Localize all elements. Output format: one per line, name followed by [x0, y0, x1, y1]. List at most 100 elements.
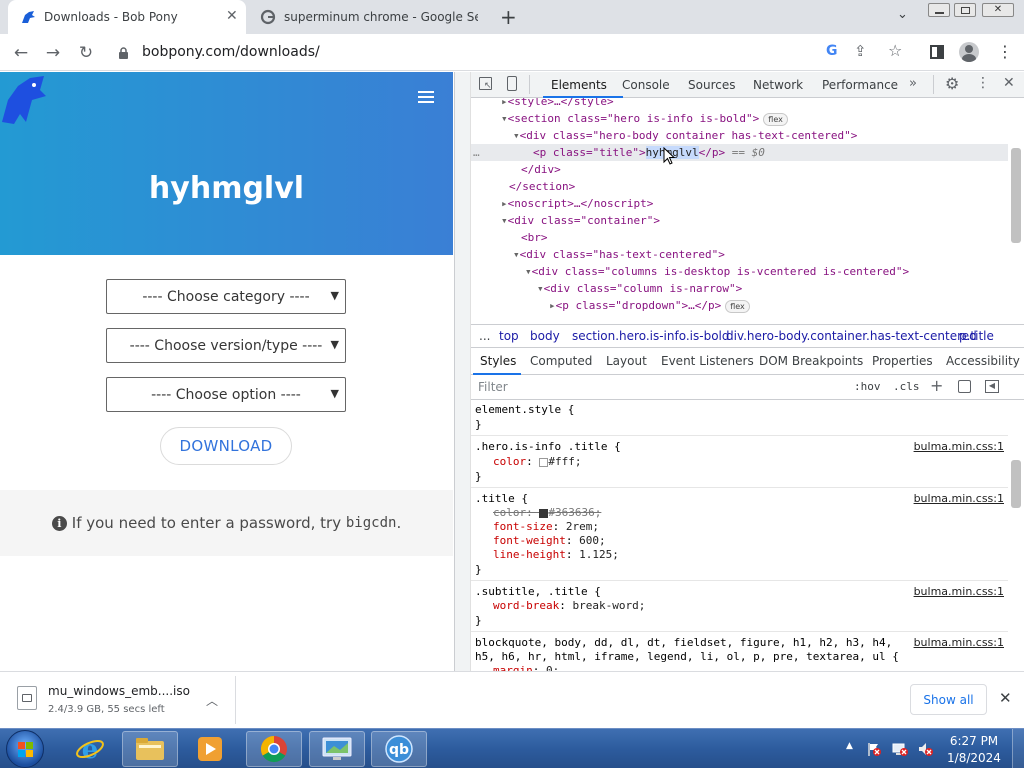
bobpony-logo-icon[interactable] [0, 74, 48, 130]
close-shelf-icon[interactable]: ✕ [999, 689, 1012, 707]
chrome-icon[interactable] [246, 731, 302, 767]
rule-declaration[interactable]: word-break: break-word; [493, 599, 645, 613]
close-window-icon[interactable]: ✕ [982, 3, 1014, 17]
action-center-flag-icon[interactable] [866, 741, 882, 761]
file-explorer-icon[interactable] [122, 731, 178, 767]
subtab-properties[interactable]: Properties [872, 354, 933, 368]
rule-source-link[interactable]: bulma.min.css:1 [914, 585, 1004, 598]
tab-google-search[interactable]: superminum chrome - Google Se [248, 0, 488, 34]
subtab-layout[interactable]: Layout [606, 354, 647, 368]
dom-line[interactable]: ▾<div class="hero-body container has-tex… [471, 127, 1008, 144]
breadcrumb-p[interactable]: p.title [959, 329, 994, 343]
rule-declaration[interactable]: font-size: 2rem; [493, 520, 599, 534]
dom-line[interactable]: ▾<section class="hero is-info is-bold"> f… [471, 110, 1008, 127]
download-button[interactable]: DOWNLOAD [160, 427, 292, 465]
chevron-up-icon[interactable]: ︿ [206, 692, 218, 709]
tab-sources[interactable]: Sources [688, 72, 735, 98]
flex-badge[interactable]: flex [763, 112, 788, 126]
settings-gear-icon[interactable]: ⚙ [945, 74, 959, 93]
show-hidden-icons-icon[interactable]: ▲ [846, 741, 853, 751]
tab-performance[interactable]: Performance [822, 72, 898, 98]
dom-line[interactable]: <br> [471, 229, 1008, 246]
bookmark-star-icon[interactable]: ☆ [888, 41, 902, 60]
subtab-accessibility[interactable]: Accessibility [946, 354, 1020, 368]
rule-selector[interactable]: element.style { [475, 403, 574, 417]
restore-icon[interactable] [954, 3, 976, 17]
cls-toggle[interactable]: .cls [893, 380, 920, 393]
more-tabs-icon[interactable]: » [909, 76, 917, 91]
subtab-event-listeners[interactable]: Event Listeners [661, 354, 754, 368]
rule-source-link[interactable]: bulma.min.css:1 [914, 492, 1004, 505]
remote-desktop-icon[interactable] [309, 731, 365, 767]
close-devtools-icon[interactable]: ✕ [1003, 75, 1015, 91]
rule-source-link[interactable]: bulma.min.css:1 [914, 440, 1004, 453]
tab-search-chevron-icon[interactable]: ⌄ [897, 7, 908, 22]
rule-declaration-overridden[interactable]: color: #363636; [493, 506, 601, 520]
rule-selector[interactable]: blockquote, body, dd, dl, dt, fieldset, … [475, 636, 892, 650]
dom-scrollbar[interactable] [1011, 148, 1021, 243]
dom-line[interactable]: ▾<div class="has-text-centered"> [471, 246, 1008, 263]
dom-line[interactable]: ▸<p class="dropdown">…</p> flex [471, 297, 1008, 314]
subtab-styles[interactable]: Styles [480, 354, 516, 368]
styles-scrollbar[interactable] [1011, 460, 1021, 508]
dom-line[interactable]: ▸<noscript>…</noscript> [471, 195, 1008, 212]
start-orb-icon[interactable] [6, 730, 44, 768]
show-all-button[interactable]: Show all [910, 684, 987, 715]
rule-declaration[interactable]: line-height: 1.125; [493, 548, 619, 562]
clock-date[interactable]: 1/8/2024 [946, 751, 1002, 765]
close-tab-icon[interactable]: ✕ [226, 8, 238, 24]
tab-downloads[interactable]: Downloads - Bob Pony ✕ [8, 0, 246, 34]
version-select[interactable]: ---- Choose version/type ---- ▼ [106, 328, 346, 363]
inspect-element-icon[interactable]: ↖ [479, 77, 492, 91]
devtools-menu-icon[interactable]: ⋮ [976, 75, 990, 91]
device-toolbar-icon[interactable] [507, 76, 517, 91]
qbittorrent-icon[interactable]: qb [371, 731, 427, 767]
new-style-rule-icon[interactable]: + [930, 376, 943, 395]
chrome-menu-icon[interactable]: ⋮ [997, 42, 1013, 61]
dom-line[interactable]: ▾<div class="column is-narrow"> [471, 280, 1008, 297]
breadcrumb-top[interactable]: top [499, 329, 519, 343]
rule-selector[interactable]: .title { [475, 492, 528, 506]
breadcrumb-section[interactable]: section.hero.is-info.is-bold [572, 329, 730, 343]
internet-explorer-icon[interactable]: e [62, 731, 118, 767]
google-lens-icon[interactable]: G [826, 43, 838, 59]
lock-icon[interactable] [118, 45, 129, 64]
computed-styles-icon[interactable] [958, 380, 971, 393]
new-tab-icon[interactable]: + [500, 5, 517, 29]
side-panel-icon[interactable] [930, 45, 944, 59]
url-text[interactable]: bobpony.com/downloads/ [142, 44, 320, 60]
dom-line-selected[interactable]: … <p class="title">hyhmglvl</p> == $0 [471, 144, 1008, 165]
filter-input[interactable]: Filter [478, 380, 838, 394]
hov-toggle[interactable]: :hov [854, 380, 881, 393]
dom-line[interactable]: </section> [471, 178, 1008, 195]
dom-line[interactable]: </div> [471, 161, 1008, 178]
reload-icon[interactable]: ↻ [75, 42, 97, 64]
network-icon[interactable] [892, 741, 908, 761]
address-bar[interactable]: bobpony.com/downloads/ G ⇪ ☆ [108, 38, 916, 67]
dom-line[interactable]: ▸<style>…</style> [471, 98, 1008, 110]
tab-elements[interactable]: Elements [551, 72, 607, 98]
forward-icon[interactable]: → [42, 42, 64, 64]
volume-muted-icon[interactable] [917, 741, 933, 761]
rule-selector[interactable]: .subtitle, .title { [475, 585, 601, 599]
dom-line[interactable]: ▾<div class="container"> [471, 212, 1008, 229]
hamburger-menu-icon[interactable] [418, 91, 434, 103]
profile-avatar-icon[interactable] [959, 42, 979, 62]
tab-console[interactable]: Console [622, 72, 670, 98]
clock-time[interactable]: 6:27 PM [946, 734, 1002, 748]
rule-selector-cont[interactable]: h5, h6, hr, html, iframe, legend, li, ol… [475, 650, 899, 664]
dom-line[interactable]: ▾<div class="columns is-desktop is-vcent… [471, 263, 1008, 280]
tab-network[interactable]: Network [753, 72, 803, 98]
rule-declaration[interactable]: font-weight: 600; [493, 534, 606, 548]
media-player-icon[interactable] [182, 731, 238, 767]
show-desktop-button[interactable] [1012, 729, 1024, 769]
breadcrumb-body[interactable]: body [530, 329, 560, 343]
subtab-dom-breakpoints[interactable]: DOM Breakpoints [759, 354, 863, 368]
rule-selector[interactable]: .hero.is-info .title { [475, 440, 621, 454]
subtab-computed[interactable]: Computed [530, 354, 592, 368]
toggle-sidebar-icon[interactable]: ◀ [985, 380, 999, 393]
category-select[interactable]: ---- Choose category ---- ▼ [106, 279, 346, 314]
minimize-icon[interactable] [928, 3, 950, 17]
breadcrumb-more[interactable]: ... [479, 329, 490, 343]
rule-source-link[interactable]: bulma.min.css:1 [914, 636, 1004, 649]
